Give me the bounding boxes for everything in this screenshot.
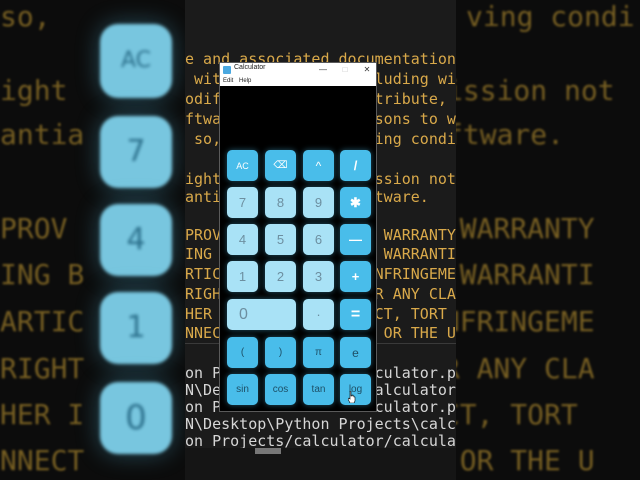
status-bar bbox=[185, 448, 456, 480]
minimize-button[interactable]: — bbox=[314, 63, 332, 76]
menu-edit[interactable]: Edit bbox=[223, 78, 233, 84]
right-blur-text: T WARRANTY bbox=[456, 212, 595, 245]
left-blur-text: PROV bbox=[0, 212, 68, 245]
right-blur-text: OR ANY CLA bbox=[456, 352, 595, 385]
key-plus[interactable]: + bbox=[340, 261, 371, 292]
left-blur-text: ARTIC bbox=[0, 305, 85, 338]
terminal-line: N\Desktop\Python Projects\calculator bbox=[185, 415, 456, 433]
calculator-app-icon bbox=[223, 66, 231, 74]
key-5[interactable]: 5 bbox=[265, 224, 296, 255]
right-blur-text: ACT, TORT bbox=[456, 398, 578, 431]
right-blur-text: E OR THE U bbox=[456, 444, 595, 477]
left-blur-text: NNECT bbox=[0, 444, 85, 477]
left-blur-key: AC bbox=[100, 24, 172, 98]
key-1[interactable]: 1 bbox=[227, 261, 258, 292]
left-blur-text: RIGHT bbox=[0, 352, 85, 385]
right-blurred-panel: ving condi ission not ftware. T WARRANTY… bbox=[456, 0, 640, 480]
left-blur-key: 0 bbox=[100, 382, 172, 454]
key-0[interactable]: 0 bbox=[227, 299, 296, 330]
key-power[interactable]: ^ bbox=[303, 150, 334, 181]
maximize-button[interactable]: □ bbox=[336, 63, 354, 76]
key-cos[interactable]: cos bbox=[265, 374, 296, 405]
calculator-display bbox=[220, 86, 376, 148]
key-open-paren[interactable]: ( bbox=[227, 337, 258, 368]
hand-cursor-icon bbox=[348, 391, 356, 403]
key-e[interactable]: e bbox=[340, 337, 371, 368]
key-multiply[interactable]: ✱ bbox=[340, 187, 371, 218]
key-minus[interactable]: — bbox=[340, 224, 371, 255]
left-blur-text: antia bbox=[0, 118, 85, 151]
left-blur-text: ING B bbox=[0, 258, 85, 291]
menu-bar: Edit Help bbox=[220, 77, 376, 86]
right-blur-text: E WARRANTI bbox=[456, 258, 595, 291]
key-2[interactable]: 2 bbox=[265, 261, 296, 292]
left-blur-text: HER I bbox=[0, 398, 85, 431]
left-blur-key: 7 bbox=[100, 116, 172, 188]
left-blur-key: 4 bbox=[100, 204, 172, 276]
key-7[interactable]: 7 bbox=[227, 187, 258, 218]
key-ac[interactable]: AC bbox=[227, 150, 258, 181]
left-blurred-panel: so, ight antia PROV ING B ARTIC RIGHT HE… bbox=[0, 0, 185, 480]
menu-help[interactable]: Help bbox=[239, 78, 251, 84]
key-tan[interactable]: tan bbox=[303, 374, 334, 405]
key-3[interactable]: 3 bbox=[303, 261, 334, 292]
key-divide[interactable]: / bbox=[340, 150, 371, 181]
key-8[interactable]: 8 bbox=[265, 187, 296, 218]
calculator-window: Calculator — □ ✕ Edit Help AC ⌫ ^ / 7 8 … bbox=[219, 62, 377, 412]
key-backspace[interactable]: ⌫ bbox=[265, 150, 296, 181]
key-equals[interactable]: = bbox=[340, 299, 371, 330]
key-6[interactable]: 6 bbox=[303, 224, 334, 255]
left-blur-text: ight bbox=[0, 74, 68, 107]
status-tab-indicator bbox=[255, 448, 281, 454]
key-close-paren[interactable]: ) bbox=[265, 337, 296, 368]
left-blur-text: so, bbox=[0, 0, 51, 33]
key-decimal[interactable]: · bbox=[303, 299, 334, 330]
title-bar[interactable]: Calculator — □ ✕ bbox=[220, 63, 376, 77]
key-9[interactable]: 9 bbox=[303, 187, 334, 218]
window-title: Calculator bbox=[234, 64, 266, 71]
key-pi[interactable]: π bbox=[303, 337, 334, 368]
right-blur-text: INFRINGEME bbox=[456, 305, 595, 338]
key-4[interactable]: 4 bbox=[227, 224, 258, 255]
right-blur-text: ving condi bbox=[466, 0, 635, 33]
close-button[interactable]: ✕ bbox=[358, 63, 376, 76]
key-sin[interactable]: sin bbox=[227, 374, 258, 405]
left-blur-key: 1 bbox=[100, 292, 172, 364]
right-blur-text: ftware. bbox=[456, 118, 565, 151]
right-blur-text: ission not bbox=[456, 74, 615, 107]
